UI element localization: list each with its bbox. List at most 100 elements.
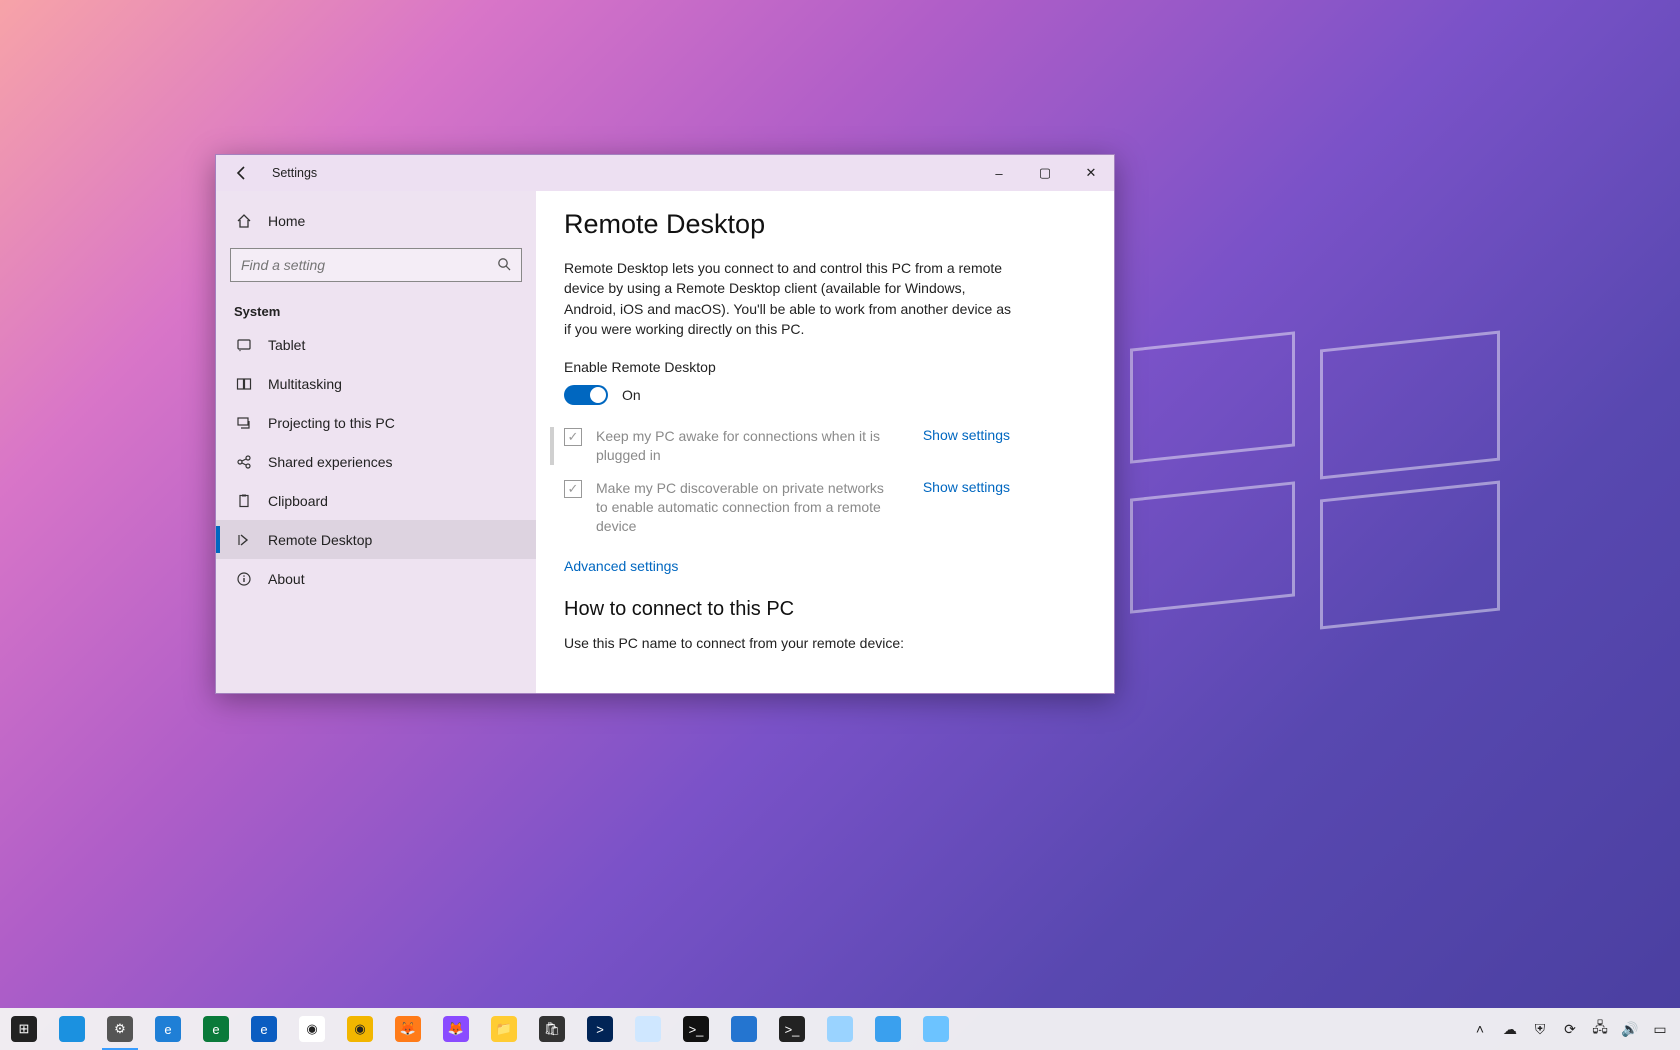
taskbar-onedrive[interactable] [816,1008,864,1050]
tray-volume-icon[interactable]: 🔊 [1616,1008,1644,1050]
nav-home-label: Home [268,213,305,229]
about-icon [234,569,254,589]
taskbar-file-explorer[interactable]: 📁 [480,1008,528,1050]
sidebar: Home System Tablet Multitasking Projecting… [216,191,536,693]
taskbar-cortana[interactable] [48,1008,96,1050]
powershell-icon: > [587,1016,613,1042]
tablet-icon [234,335,254,355]
back-button[interactable] [230,161,254,185]
edge-canary-icon: e [251,1016,277,1042]
shared-icon [234,452,254,472]
firefox-dev-icon: 🦊 [443,1016,469,1042]
page-heading: Remote Desktop [564,209,1086,240]
sidebar-item-projecting-to-this-pc[interactable]: Projecting to this PC [216,403,536,442]
taskbar-chrome[interactable]: ◉ [288,1008,336,1050]
tray-updates-icon[interactable]: ⟳ [1556,1008,1584,1050]
taskbar-photos[interactable] [720,1008,768,1050]
taskbar-edge-canary[interactable]: e [240,1008,288,1050]
terminal-icon: >_ [683,1016,709,1042]
rdp-icon [875,1016,901,1042]
file-explorer-icon: 📁 [491,1016,517,1042]
option-discoverable: ✓ Make my PC discoverable on private net… [550,479,1010,536]
sidebar-item-multitasking[interactable]: Multitasking [216,364,536,403]
enable-label: Enable Remote Desktop [564,359,1086,375]
search-input[interactable] [241,257,497,273]
onedrive-icon [827,1016,853,1042]
sidebar-category: System [216,292,536,325]
option-discoverable-text: Make my PC discoverable on private netwo… [596,479,899,536]
taskbar-edge[interactable]: e [144,1008,192,1050]
sidebar-item-remote-desktop[interactable]: Remote Desktop [216,520,536,559]
sidebar-item-label: Remote Desktop [268,532,372,548]
option-keep-awake-text: Keep my PC awake for connections when it… [596,427,899,465]
taskbar-terminal[interactable]: >_ [672,1008,720,1050]
taskbar-firefox[interactable]: 🦊 [384,1008,432,1050]
chrome-icon: ◉ [299,1016,325,1042]
nav-home[interactable]: Home [216,201,536,240]
taskbar-powershell[interactable]: > [576,1008,624,1050]
taskbar-wsl[interactable]: >_ [768,1008,816,1050]
firefox-icon: 🦊 [395,1016,421,1042]
sidebar-item-label: Multitasking [268,376,342,392]
window-close[interactable]: ✕ [1068,155,1114,191]
checkbox-keep-awake[interactable]: ✓ [564,428,582,446]
sidebar-item-label: Projecting to this PC [268,415,395,431]
taskbar-start[interactable]: ⊞ [0,1008,48,1050]
sidebar-item-clipboard[interactable]: Clipboard [216,481,536,520]
show-settings-link-2[interactable]: Show settings [923,479,1010,495]
content-pane: Remote Desktop Remote Desktop lets you c… [536,191,1114,693]
sidebar-item-about[interactable]: About [216,559,536,598]
tray-onedrive-icon[interactable]: ☁ [1496,1008,1524,1050]
sidebar-item-shared-experiences[interactable]: Shared experiences [216,442,536,481]
tray-chevron-up-icon[interactable]: ˄ [1466,1008,1494,1050]
show-settings-link-1[interactable]: Show settings [923,427,1010,443]
page-description: Remote Desktop lets you connect to and c… [564,258,1014,339]
taskbar-store[interactable]: 🛍 [528,1008,576,1050]
edge-icon: e [155,1016,181,1042]
notepad-icon [635,1016,661,1042]
search-box[interactable] [230,248,522,282]
taskbar-chrome-canary[interactable]: ◉ [336,1008,384,1050]
store-icon: 🛍 [539,1016,565,1042]
sidebar-item-label: About [268,571,305,587]
connect-instruction: Use this PC name to connect from your re… [564,635,1086,651]
cortana-icon [59,1016,85,1042]
desktop: Settings – ▢ ✕ Home [0,0,1680,1050]
wsl-icon: >_ [779,1016,805,1042]
taskbar-notepad[interactable] [624,1008,672,1050]
sidebar-item-label: Shared experiences [268,454,393,470]
wallpaper-windows-logo [1130,340,1500,630]
titlebar[interactable]: Settings – ▢ ✕ [216,155,1114,191]
toggle-state-label: On [622,387,641,403]
taskbar-rdp[interactable] [864,1008,912,1050]
system-tray: ˄☁⛨⟳🖧🔊▭ [1466,1008,1680,1050]
advanced-settings-link[interactable]: Advanced settings [564,558,678,574]
window-title: Settings [272,166,317,180]
checkbox-discoverable[interactable]: ✓ [564,480,582,498]
connect-heading: How to connect to this PC [564,598,1086,621]
sidebar-item-label: Clipboard [268,493,328,509]
option-keep-awake: ✓ Keep my PC awake for connections when … [550,427,1010,465]
settings-icon: ⚙ [107,1016,133,1042]
taskbar: ⊞⚙eee◉◉🦊🦊📁🛍>>_>_ ˄☁⛨⟳🖧🔊▭ [0,1008,1680,1050]
paint-icon [923,1016,949,1042]
enable-remote-desktop-toggle[interactable] [564,385,608,405]
projecting-icon [234,413,254,433]
settings-window: Settings – ▢ ✕ Home [215,154,1115,694]
tray-security-icon[interactable]: ⛨ [1526,1008,1554,1050]
home-icon [234,211,254,231]
clipboard-icon [234,491,254,511]
edge-dev-icon: e [203,1016,229,1042]
sidebar-item-tablet[interactable]: Tablet [216,325,536,364]
window-minimize[interactable]: – [976,155,1022,191]
photos-icon [731,1016,757,1042]
window-maximize[interactable]: ▢ [1022,155,1068,191]
tray-network-icon[interactable]: 🖧 [1586,1008,1614,1050]
taskbar-firefox-dev[interactable]: 🦊 [432,1008,480,1050]
taskbar-paint[interactable] [912,1008,960,1050]
chrome-canary-icon: ◉ [347,1016,373,1042]
sidebar-item-label: Tablet [268,337,305,353]
taskbar-edge-dev[interactable]: e [192,1008,240,1050]
tray-action-center-icon[interactable]: ▭ [1646,1008,1674,1050]
taskbar-settings[interactable]: ⚙ [96,1008,144,1050]
